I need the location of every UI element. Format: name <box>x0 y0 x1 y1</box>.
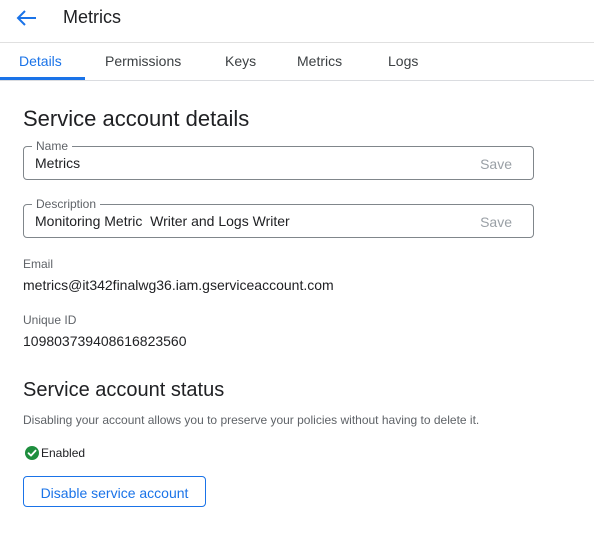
tab-logs[interactable]: Logs <box>388 53 418 69</box>
check-circle-icon <box>24 445 40 461</box>
email-value: metrics@it342finalwg36.iam.gserviceaccou… <box>23 277 334 293</box>
disable-service-account-button[interactable]: Disable service account <box>23 476 206 507</box>
tab-bar: Details Permissions Keys Metrics Logs <box>0 42 594 81</box>
page-title: Metrics <box>63 7 121 27</box>
email-label: Email <box>23 257 54 271</box>
active-tab-indicator <box>0 77 85 80</box>
unique-id-value: 109803739408616823560 <box>23 333 187 349</box>
status-label: Enabled <box>41 446 86 460</box>
tab-keys[interactable]: Keys <box>225 53 256 69</box>
page-header: Metrics <box>0 0 594 40</box>
disable-button-label: Disable service account <box>40 485 189 501</box>
description-field[interactable]: Description Monitoring Metric Writer and… <box>23 197 534 238</box>
tab-details[interactable]: Details <box>19 53 62 69</box>
tab-permissions[interactable]: Permissions <box>105 53 181 69</box>
description-field-label: Description <box>32 197 101 211</box>
back-arrow-icon[interactable] <box>16 8 40 28</box>
description-save-button[interactable]: Save <box>480 214 512 230</box>
status-section-title: Service account status <box>23 379 225 401</box>
tab-metrics[interactable]: Metrics <box>297 53 342 69</box>
status-help-text: Disabling your account allows you to pre… <box>23 413 480 427</box>
name-field-label: Name <box>32 139 73 153</box>
name-save-button[interactable]: Save <box>480 156 512 172</box>
name-field-value[interactable]: Metrics <box>35 155 80 171</box>
unique-id-label: Unique ID <box>23 313 77 327</box>
details-section-title: Service account details <box>23 106 250 131</box>
description-field-value[interactable]: Monitoring Metric Writer and Logs Writer <box>35 213 290 229</box>
name-field[interactable]: Name Metrics Save <box>23 139 534 180</box>
